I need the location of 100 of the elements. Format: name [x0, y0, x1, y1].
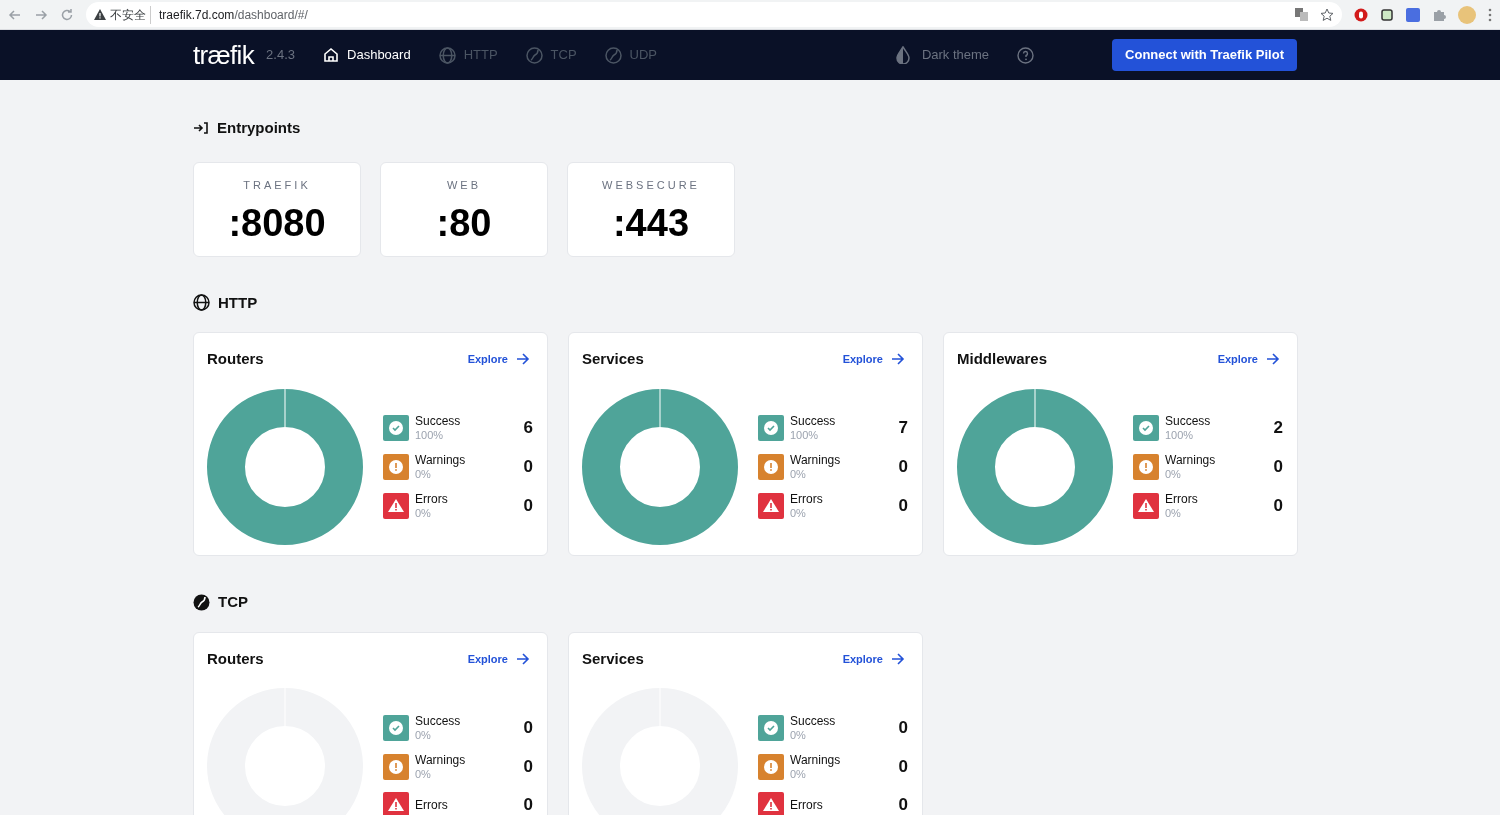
theme-toggle[interactable]: Dark theme	[895, 45, 990, 65]
stat-percent: 0%	[790, 767, 807, 781]
stat-percent: 0%	[415, 505, 432, 520]
error-icon	[1133, 492, 1159, 519]
stat-percent: 0%	[415, 467, 432, 481]
entrypoint-name: WEB	[446, 177, 482, 193]
extension-icon[interactable]	[1354, 7, 1368, 22]
success-icon	[383, 414, 409, 441]
help-icon[interactable]	[1017, 46, 1035, 64]
stat-count: 0	[898, 717, 908, 740]
stat-count: 2	[1273, 416, 1283, 439]
stat-label: Success	[415, 413, 462, 428]
stat-count: 0	[898, 455, 908, 478]
stat-count: 7	[898, 416, 908, 439]
explore-link[interactable]: Explore	[1217, 351, 1284, 368]
globe-icon	[193, 294, 210, 312]
section-title: Entrypoints	[217, 118, 301, 138]
card-title: Routers	[207, 648, 264, 669]
entry-icon	[193, 122, 209, 135]
error-icon	[383, 492, 409, 519]
stat-count: 6	[523, 416, 533, 439]
stat-label: Warnings	[415, 452, 467, 467]
success-icon	[758, 715, 784, 741]
stat-label: Errors	[790, 491, 824, 506]
entrypoint-name: WEBSECURE	[602, 177, 700, 193]
stat-percent: 0%	[1165, 467, 1182, 481]
extension-icon[interactable]	[1380, 7, 1394, 22]
stat-label: Warnings	[790, 452, 842, 467]
explore-link[interactable]: Explore	[842, 650, 909, 667]
stat-count: 0	[523, 794, 533, 815]
logo[interactable]: træfik	[193, 42, 255, 68]
stat-percent: 0%	[415, 767, 432, 781]
stat-label: Warnings	[790, 753, 842, 767]
stat-count: 0	[523, 717, 533, 740]
card-title: Routers	[207, 349, 264, 369]
menu-icon[interactable]	[1488, 7, 1492, 22]
version-label: 2.4.3	[266, 46, 296, 65]
drop-icon	[895, 46, 910, 64]
url-text: traefik.7d.com/dashboard/#/	[158, 6, 308, 24]
success-icon	[383, 715, 409, 741]
stat-percent: 100%	[790, 427, 820, 442]
stat-label: Warnings	[1165, 452, 1217, 467]
connect-pilot-button[interactable]: Connect with Traefik Pilot	[1112, 39, 1297, 71]
card-title: Services	[582, 349, 644, 369]
stat-percent: 0%	[790, 728, 807, 742]
ball-icon	[604, 46, 622, 64]
card-title: Middlewares	[957, 349, 1048, 369]
arrow-right-icon	[516, 652, 530, 665]
forward-icon[interactable]	[34, 7, 48, 22]
globe-icon	[438, 46, 456, 64]
entrypoint-port: :8080	[228, 204, 326, 242]
arrow-right-icon	[1266, 353, 1280, 366]
translate-icon[interactable]	[1295, 8, 1308, 21]
stat-count: 0	[523, 455, 533, 478]
success-icon	[1133, 414, 1159, 441]
stat-percent: 100%	[415, 427, 445, 442]
stat-label: Errors	[415, 491, 449, 506]
stat-count: 0	[898, 494, 908, 517]
stat-label: Success	[1165, 413, 1212, 428]
warning-icon	[758, 453, 784, 480]
warning-icon	[383, 754, 409, 780]
warning-icon	[383, 453, 409, 480]
entrypoint-port: :443	[612, 204, 690, 242]
entrypoint-port: :80	[436, 204, 492, 242]
reload-icon[interactable]	[60, 7, 74, 22]
explore-link[interactable]: Explore	[467, 351, 534, 368]
stat-count: 0	[1273, 455, 1283, 478]
warning-icon	[94, 9, 106, 20]
entrypoint-name: TRAEFIK	[243, 177, 311, 193]
home-icon	[323, 47, 340, 63]
stat-count: 0	[898, 794, 908, 815]
section-title: TCP	[218, 592, 248, 612]
stat-count: 0	[523, 756, 533, 779]
explore-link[interactable]: Explore	[842, 351, 909, 368]
stat-percent: 0%	[415, 728, 432, 742]
warning-icon	[1133, 453, 1159, 480]
stat-percent: 100%	[1165, 427, 1195, 442]
stat-percent: 0%	[790, 467, 807, 481]
stat-count: 0	[1273, 494, 1283, 517]
stat-label: Warnings	[415, 753, 467, 767]
ball-icon	[193, 593, 210, 611]
section-title: HTTP	[218, 292, 258, 313]
puzzle-icon[interactable]	[1432, 7, 1446, 22]
arrow-right-icon	[516, 353, 530, 366]
stat-count: 0	[898, 756, 908, 779]
stat-percent: 0%	[790, 505, 807, 520]
arrow-right-icon	[891, 353, 905, 366]
stat-label: Errors	[1165, 491, 1199, 506]
explore-link[interactable]: Explore	[467, 650, 534, 667]
nav-tab[interactable]: Dashboard	[323, 45, 411, 65]
card-title: Services	[582, 648, 644, 669]
stat-label: Success	[790, 714, 837, 728]
stat-count: 0	[523, 494, 533, 517]
star-icon[interactable]	[1320, 7, 1334, 22]
stat-percent: 0%	[1165, 505, 1182, 520]
address-bar[interactable]: 不安全 traefik.7d.com/dashboard/#/	[86, 2, 1342, 27]
error-icon	[758, 492, 784, 519]
warning-icon	[758, 754, 784, 780]
back-icon[interactable]	[8, 7, 22, 22]
extension-icon[interactable]	[1406, 7, 1420, 22]
